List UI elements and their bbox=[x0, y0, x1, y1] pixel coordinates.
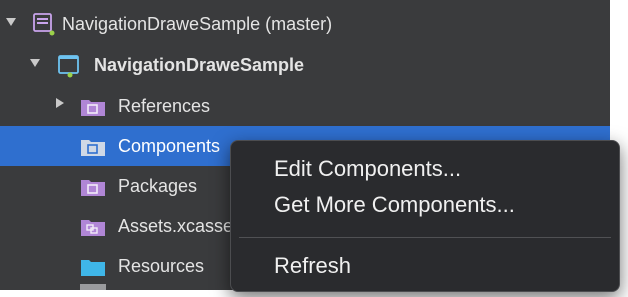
folder-packages-icon bbox=[81, 180, 105, 196]
folder-icon bbox=[81, 260, 105, 276]
menu-item-get-more-components[interactable]: Get More Components... bbox=[231, 187, 619, 223]
tree-row-label: NavigationDraweSample bbox=[94, 55, 305, 75]
disclosure-triangle-closed-icon[interactable] bbox=[56, 98, 64, 108]
tree-row-project[interactable]: NavigationDraweSample bbox=[0, 45, 610, 85]
tree-row-label: References bbox=[118, 96, 211, 116]
menu-item-refresh[interactable]: Refresh bbox=[231, 248, 619, 284]
solution-icon bbox=[33, 13, 55, 36]
tree-row-label: Packages bbox=[118, 176, 198, 196]
folder-references-icon bbox=[81, 100, 105, 116]
folder-components-icon bbox=[81, 140, 105, 156]
menu-separator bbox=[239, 237, 611, 238]
menu-item-edit-components[interactable]: Edit Components... bbox=[231, 151, 619, 187]
asset-catalog-icon bbox=[81, 220, 105, 236]
project-icon bbox=[58, 55, 79, 78]
context-menu: Edit Components... Get More Components..… bbox=[230, 140, 620, 292]
disclosure-triangle-open-icon[interactable] bbox=[6, 18, 16, 26]
tree-row-references[interactable]: References bbox=[0, 86, 610, 126]
tree-row-label: NavigationDraweSample (master) bbox=[62, 14, 333, 34]
tree-row-label: Assets.xcassets bbox=[118, 216, 248, 236]
tree-row-label: Components bbox=[118, 136, 221, 156]
disclosure-triangle-open-icon[interactable] bbox=[30, 59, 40, 67]
file-icon bbox=[80, 284, 106, 290]
tree-row-solution[interactable]: NavigationDraweSample (master) bbox=[0, 4, 610, 44]
tree-row-label: Resources bbox=[118, 256, 205, 276]
